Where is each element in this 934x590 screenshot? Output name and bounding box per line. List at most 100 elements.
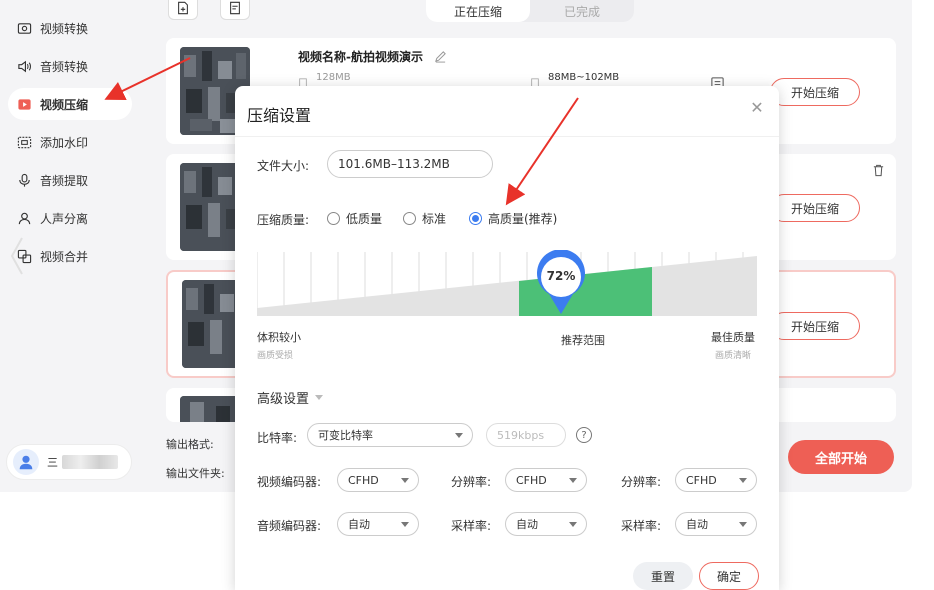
sample-rate-value: 自动 <box>516 518 538 531</box>
bitrate-label: 比特率: <box>257 431 298 445</box>
close-icon[interactable]: ✕ <box>749 100 765 116</box>
quality-ramp <box>257 256 757 316</box>
radio-label: 标准 <box>422 212 447 226</box>
quality-radio-high[interactable]: 高质量(推荐) <box>469 210 557 227</box>
add-file-button[interactable] <box>168 0 198 20</box>
radio-label: 高质量(推荐) <box>488 212 558 226</box>
help-icon[interactable]: ? <box>576 427 592 443</box>
sidebar-item-label: 人声分离 <box>40 211 89 226</box>
chevron-down-icon <box>569 478 577 483</box>
sample-rate-label: 采样率: <box>451 519 492 533</box>
compress-settings-dialog: 压缩设置 ✕ 文件大小: 101.6MB–113.2MB 压缩质量: 低质量 标… <box>235 86 779 590</box>
target-size: 88MB~102MB <box>548 72 620 83</box>
add-folder-button[interactable] <box>220 0 250 20</box>
sidebar-item-video-convert[interactable]: 视频转换 <box>8 12 132 44</box>
sample-rate-label: 采样率: <box>621 519 662 533</box>
dialog-title: 压缩设置 <box>247 106 312 125</box>
sample-rate-select[interactable]: 自动 <box>505 512 587 536</box>
sample-rate-value: 自动 <box>686 518 708 531</box>
tab-compressing[interactable]: 正在压缩 <box>426 0 530 22</box>
audio-encoder-label: 音频编码器: <box>257 519 322 533</box>
quality-radio-low[interactable]: 低质量 <box>327 210 382 227</box>
start-compress-button[interactable]: 开始压缩 <box>770 78 860 106</box>
sidebar-item-video-compress[interactable]: 视频压缩 <box>8 88 132 120</box>
file-size-label: 文件大小: <box>257 159 310 173</box>
quality-pin[interactable] <box>533 250 589 316</box>
bitrate-value: 可变比特率 <box>318 429 373 442</box>
sidebar-item-watermark[interactable]: 添加水印 <box>8 126 132 158</box>
sidebar-item-label: 视频压缩 <box>40 97 89 112</box>
video-encoder-value: CFHD <box>348 473 379 487</box>
edit-name-icon[interactable] <box>434 48 447 67</box>
add-folder-icon <box>228 0 242 19</box>
delete-icon[interactable] <box>872 162 885 181</box>
radio-button[interactable] <box>403 212 416 225</box>
avatar <box>13 449 39 475</box>
status-tabs: 正在压缩 已完成 <box>426 0 634 22</box>
resolution-label: 分辨率: <box>621 475 662 489</box>
scale-left-sub: 画质受损 <box>257 351 294 361</box>
start-all-button[interactable]: 全部开始 <box>788 440 894 474</box>
scale-left-label: 体积较小 <box>257 331 301 344</box>
scale-right-sub: 画质清晰 <box>715 351 752 361</box>
sidebar-item-audio-convert[interactable]: 音频转换 <box>8 50 132 82</box>
resolution-value: CFHD <box>686 473 717 487</box>
audio-extract-icon <box>16 172 32 188</box>
file-size-field[interactable]: 101.6MB–113.2MB <box>327 150 493 178</box>
audio-encoder-value: 自动 <box>348 518 370 531</box>
caret-down-icon <box>315 395 324 400</box>
sidebar-item-label: 音频提取 <box>40 173 89 188</box>
video-encoder-select[interactable]: CFHD <box>337 468 419 492</box>
reset-button[interactable]: 重置 <box>633 562 693 590</box>
chevron-down-icon <box>455 433 463 438</box>
vocal-separate-icon <box>16 210 32 226</box>
bitrate-select[interactable]: 可变比特率 <box>307 423 473 447</box>
watermark-icon <box>16 134 32 150</box>
resolution-select[interactable]: CFHD <box>505 468 587 492</box>
quality-percent: 72% <box>546 269 576 283</box>
bitrate-kbps-input[interactable]: 519kbps <box>486 423 566 447</box>
scale-right-label: 最佳质量 <box>711 331 755 344</box>
chevron-down-icon <box>569 522 577 527</box>
file-title: 视频名称-航拍视频演示 <box>298 50 423 64</box>
audio-encoder-select[interactable]: 自动 <box>337 512 419 536</box>
video-convert-icon <box>16 20 32 36</box>
radio-label: 低质量 <box>346 212 383 226</box>
radio-button[interactable] <box>327 212 340 225</box>
start-compress-button[interactable]: 开始压缩 <box>770 312 860 340</box>
advanced-title: 高级设置 <box>257 392 310 407</box>
user-name: 三 <box>47 456 58 469</box>
output-format-label: 输出格式: <box>166 438 214 451</box>
start-compress-button[interactable]: 开始压缩 <box>770 194 860 222</box>
user-account[interactable]: 三 <box>6 444 132 480</box>
add-file-icon <box>176 0 190 19</box>
confirm-button[interactable]: 确定 <box>699 562 759 590</box>
sidebar-item-label: 添加水印 <box>40 135 89 150</box>
chevron-down-icon <box>739 522 747 527</box>
sidebar-item-label: 音频转换 <box>40 59 89 74</box>
advanced-settings-toggle[interactable]: 高级设置 <box>257 388 324 407</box>
scale-mid-label: 推荐范围 <box>561 334 605 347</box>
resolution-select[interactable]: CFHD <box>675 468 757 492</box>
sidebar-item-audio-extract[interactable]: 音频提取 <box>8 164 132 196</box>
quality-label: 压缩质量: <box>257 213 310 227</box>
resolution-label: 分辨率: <box>451 475 492 489</box>
video-compress-icon <box>16 96 32 112</box>
chevron-down-icon <box>401 478 409 483</box>
output-folder-label: 输出文件夹: <box>166 467 225 480</box>
dialog-divider <box>235 136 779 137</box>
chevron-left-icon[interactable] <box>10 236 24 280</box>
tab-done[interactable]: 已完成 <box>530 0 634 22</box>
file-size: 128MB <box>316 72 351 83</box>
sidebar-item-vocal-separate[interactable]: 人声分离 <box>8 202 132 234</box>
radio-button-selected[interactable] <box>469 212 482 225</box>
sample-rate-select[interactable]: 自动 <box>675 512 757 536</box>
sidebar-item-video-merge[interactable]: 视频合并 <box>8 240 132 272</box>
video-encoder-label: 视频编码器: <box>257 475 322 489</box>
quality-radio-standard[interactable]: 标准 <box>403 210 446 227</box>
sidebar-item-label: 视频转换 <box>40 21 89 36</box>
chevron-down-icon <box>401 522 409 527</box>
resolution-value: CFHD <box>516 473 547 487</box>
quality-slider[interactable] <box>257 252 757 316</box>
sidebar-item-label: 视频合并 <box>40 249 89 264</box>
